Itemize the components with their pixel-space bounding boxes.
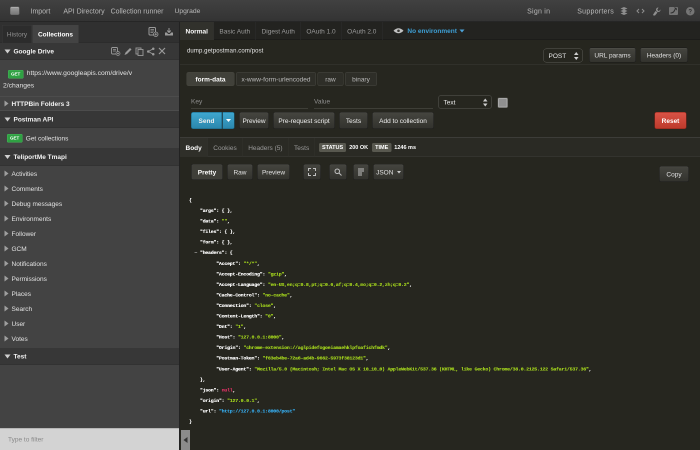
svg-text:?: ? [688,9,692,15]
